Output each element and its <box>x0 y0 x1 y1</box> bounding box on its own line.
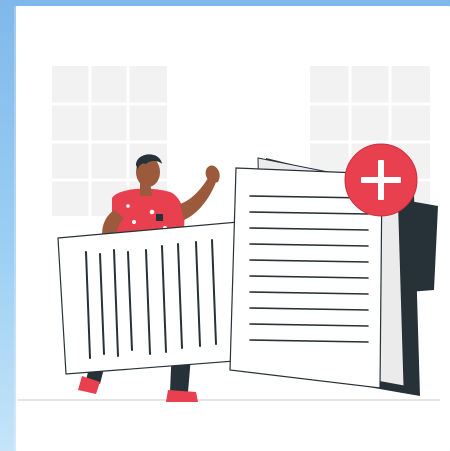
document-illustration <box>18 66 440 402</box>
plus-icon <box>344 143 418 217</box>
image-frame <box>0 0 450 451</box>
document-icon <box>57 221 249 375</box>
